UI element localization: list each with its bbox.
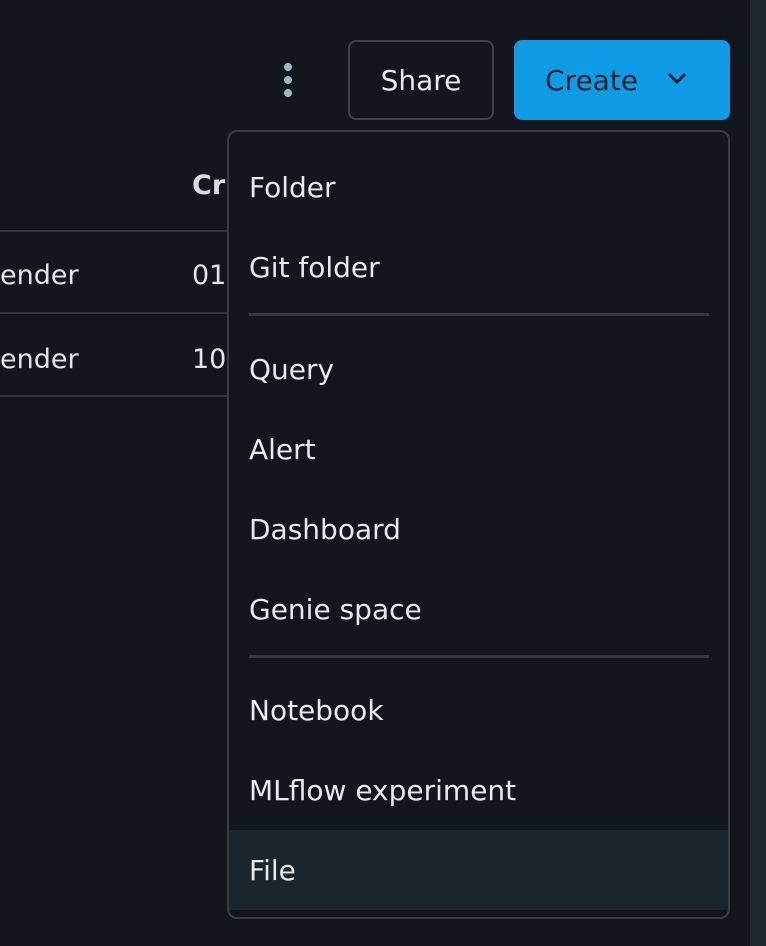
create-button-label: Create (545, 63, 639, 97)
row-created: 10 (192, 344, 227, 375)
row-created: 01 (192, 260, 227, 291)
table-divider (0, 230, 240, 232)
share-button-label: Share (380, 63, 462, 97)
menu-item-label: MLflow experiment (249, 773, 517, 807)
kebab-dot (284, 63, 292, 71)
menu-item-dashboard[interactable]: Dashboard (229, 489, 728, 569)
menu-item-label: Dashboard (249, 512, 401, 546)
table-header: Cr (0, 150, 240, 230)
more-options-button[interactable] (272, 58, 304, 102)
menu-item-mlflow-experiment[interactable]: MLflow experiment (229, 750, 728, 830)
column-header-created[interactable]: Cr (192, 170, 225, 201)
share-button[interactable]: Share (348, 40, 494, 120)
menu-item-label: Query (249, 352, 335, 386)
menu-divider (249, 313, 709, 316)
kebab-dot (284, 76, 292, 84)
table-row[interactable]: ender 10 (0, 318, 240, 398)
create-button[interactable]: Create (514, 40, 730, 120)
table-divider (0, 312, 240, 314)
table-row[interactable]: ender 01 (0, 234, 240, 314)
menu-item-folder[interactable]: Folder (229, 147, 728, 227)
menu-item-notebook[interactable]: Notebook (229, 670, 728, 750)
menu-item-label: Alert (249, 432, 316, 466)
row-owner: ender (0, 344, 79, 375)
row-owner: ender (0, 260, 79, 291)
menu-item-genie-space[interactable]: Genie space (229, 569, 728, 649)
menu-item-git-folder[interactable]: Git folder (229, 227, 728, 307)
menu-item-label: File (249, 853, 296, 887)
table-divider (0, 395, 240, 397)
create-dropdown-menu: Folder Git folder Query Alert Dashboard … (227, 130, 730, 919)
menu-item-label: Notebook (249, 693, 384, 727)
kebab-dot (284, 89, 292, 97)
menu-divider (249, 655, 709, 658)
menu-item-alert[interactable]: Alert (229, 409, 728, 489)
menu-item-file[interactable]: File (229, 830, 728, 910)
chevron-down-icon (668, 73, 686, 84)
menu-item-label: Genie space (249, 592, 422, 626)
scrollbar-track[interactable] (750, 0, 766, 946)
menu-item-label: Folder (249, 170, 336, 204)
menu-item-query[interactable]: Query (229, 329, 728, 409)
menu-item-label: Git folder (249, 250, 380, 284)
